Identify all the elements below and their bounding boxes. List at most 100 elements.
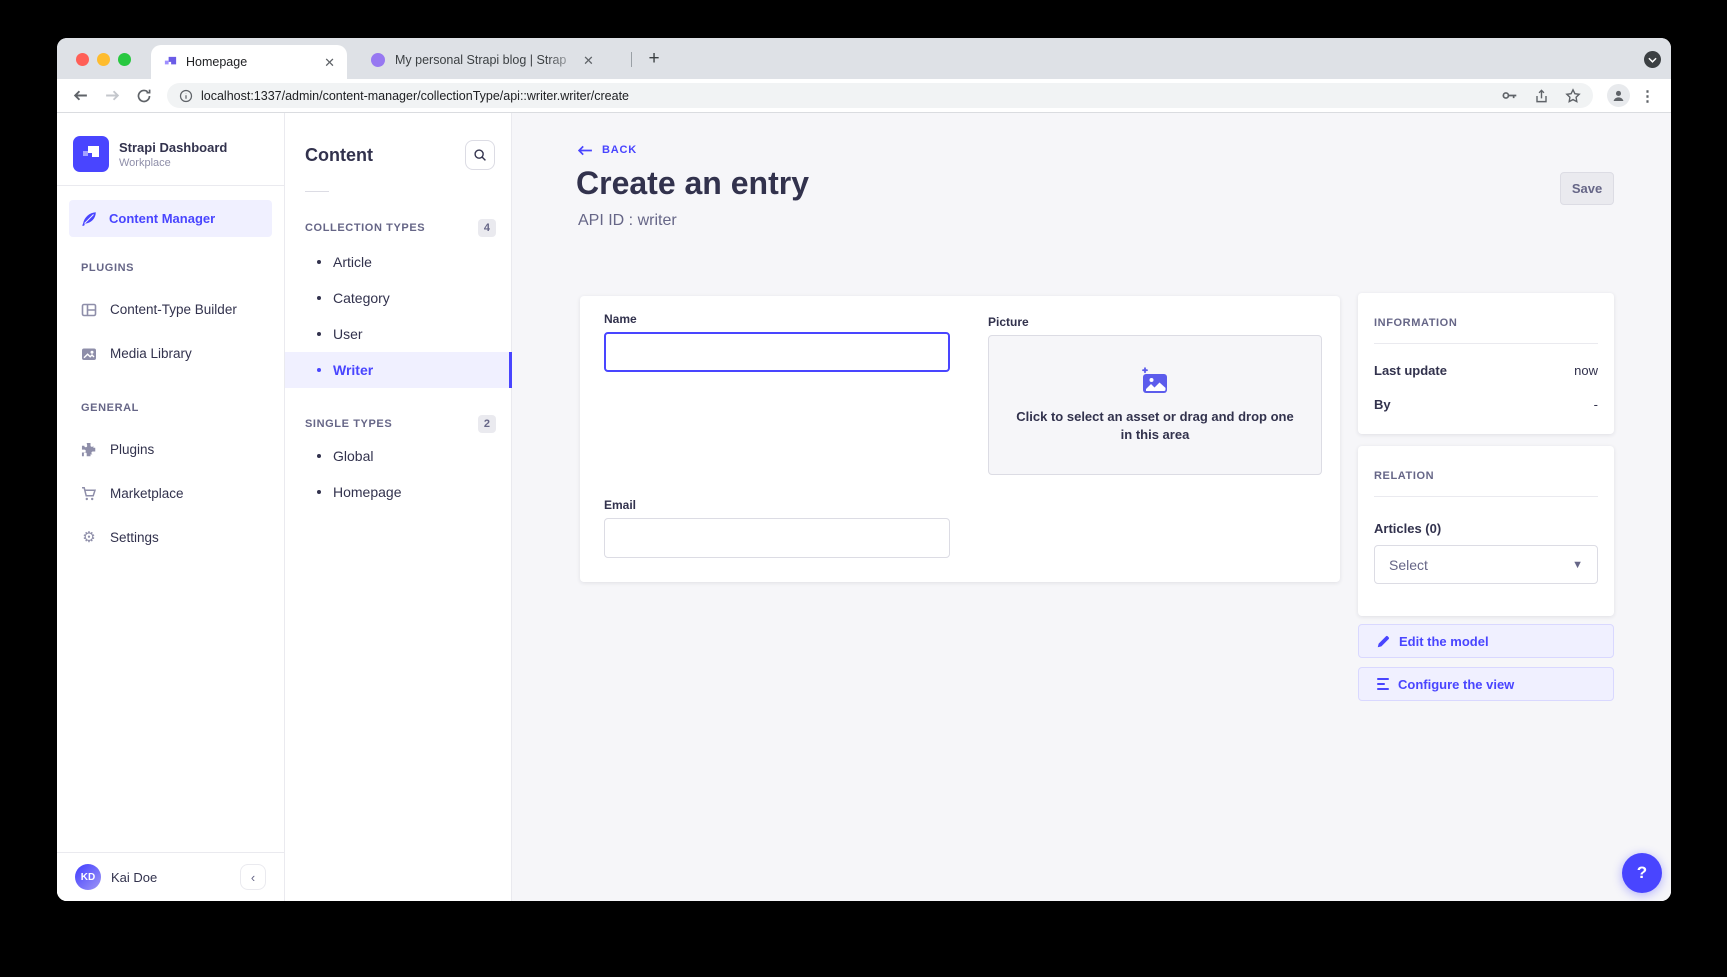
tab-title: My personal Strapi blog | Strap (395, 53, 581, 67)
workspace-title: Strapi Dashboard (119, 140, 227, 155)
articles-select[interactable]: Select ▼ (1374, 545, 1598, 584)
strapi-app: Strapi Dashboard Workplace Content Manag… (57, 113, 1671, 901)
last-update-row: Last update now (1374, 363, 1598, 378)
reload-button[interactable] (131, 83, 157, 109)
picture-dropzone[interactable]: Click to select an asset or drag and dro… (988, 335, 1322, 475)
browser-window: Homepage ✕ My personal Strapi blog | Str… (57, 38, 1671, 901)
sidebar-divider (57, 185, 284, 186)
articles-field-label: Articles (0) (1374, 521, 1598, 536)
collection-types-header: COLLECTION TYPES (305, 222, 425, 234)
name-input[interactable] (604, 332, 950, 372)
tab-search-button[interactable] (1644, 51, 1661, 68)
back-arrow-icon (72, 87, 89, 104)
picture-icon (81, 346, 97, 362)
blog-favicon (371, 53, 385, 67)
reload-icon (136, 88, 152, 104)
key-icon (1501, 87, 1518, 104)
help-button[interactable]: ? (1622, 853, 1662, 893)
bullet-icon (317, 260, 321, 264)
sidebar-section-plugins: PLUGINS (57, 262, 284, 274)
sidebar-section-general: GENERAL (57, 402, 284, 414)
info-icon (179, 89, 193, 103)
sidebar-item-content-type-builder[interactable]: Content-Type Builder (57, 301, 284, 318)
tab-title: Homepage (186, 55, 322, 69)
relation-panel: RELATION Articles (0) Select ▼ (1358, 446, 1614, 616)
chevron-down-icon: ▼ (1572, 559, 1583, 571)
bullet-icon (317, 368, 321, 372)
sidebar-item-label: Marketplace (110, 486, 184, 501)
back-arrow-icon (578, 145, 593, 156)
subnav-item-writer[interactable]: Writer (285, 352, 511, 388)
information-header: INFORMATION (1374, 317, 1598, 329)
entry-form-card: Name Picture Click to select an asset or… (580, 296, 1340, 582)
window-controls (76, 53, 131, 66)
strapi-logo (73, 136, 109, 172)
chevron-down-icon (1648, 57, 1657, 63)
back-label: BACK (602, 144, 637, 156)
password-key-button[interactable] (1501, 87, 1518, 104)
sidebar-item-content-manager[interactable]: Content Manager (69, 200, 272, 237)
search-button[interactable] (465, 140, 495, 170)
close-tab-icon[interactable]: ✕ (322, 54, 337, 71)
bookmark-button[interactable] (1565, 88, 1581, 104)
configure-view-label: Configure the view (1398, 677, 1514, 692)
tab-homepage[interactable]: Homepage ✕ (151, 45, 347, 79)
subnav-item-global[interactable]: Global (285, 438, 511, 474)
collapse-sidebar-button[interactable]: ‹ (240, 864, 266, 890)
email-label: Email (604, 498, 636, 512)
right-panel: INFORMATION Last update now By - RELATIO… (1358, 293, 1614, 701)
configure-view-button[interactable]: Configure the view (1358, 667, 1614, 701)
subnav-item-article[interactable]: Article (285, 244, 511, 280)
subnav-item-label: User (333, 326, 363, 342)
minimize-window-button[interactable] (97, 53, 110, 66)
browser-menu-button[interactable]: ⋮ (1634, 87, 1661, 105)
content-subnav: Content COLLECTION TYPES 4 Article Categ… (285, 113, 512, 901)
sidebar-item-label: Content-Type Builder (110, 302, 237, 317)
sidebar-item-label: Media Library (110, 346, 192, 361)
single-types-header: SINGLE TYPES (305, 418, 392, 430)
user-avatar: KD (75, 864, 101, 890)
name-label: Name (604, 312, 637, 326)
select-placeholder: Select (1389, 557, 1428, 573)
maximize-window-button[interactable] (118, 53, 131, 66)
subnav-item-category[interactable]: Category (285, 280, 511, 316)
forward-arrow-icon (104, 87, 121, 104)
profile-button[interactable] (1607, 84, 1630, 107)
email-input[interactable] (604, 518, 950, 558)
page-title: Create an entry (576, 165, 809, 202)
share-button[interactable] (1534, 88, 1549, 104)
close-window-button[interactable] (76, 53, 89, 66)
tab-strapi-blog[interactable]: My personal Strapi blog | Strap ✕ (359, 49, 627, 71)
sidebar-item-label: Settings (110, 530, 159, 545)
bullet-icon (317, 296, 321, 300)
subnav-item-homepage[interactable]: Homepage (285, 474, 511, 510)
back-link[interactable]: BACK (578, 144, 637, 156)
sidebar-item-label: Plugins (110, 442, 154, 457)
collection-types-count: 4 (478, 219, 496, 237)
save-button[interactable]: Save (1560, 172, 1614, 205)
subnav-item-user[interactable]: User (285, 316, 511, 352)
tab-separator (631, 52, 632, 67)
configure-icon (1377, 678, 1389, 690)
back-button[interactable] (67, 83, 93, 109)
sidebar-item-media-library[interactable]: Media Library (57, 345, 284, 362)
edit-model-button[interactable]: Edit the model (1358, 624, 1614, 658)
sidebar-item-plugins[interactable]: Plugins (57, 441, 284, 458)
sidebar-item-settings[interactable]: ⚙ Settings (57, 529, 284, 546)
workspace-brand: Strapi Dashboard Workplace (57, 113, 284, 172)
subnav-title: Content (305, 145, 373, 166)
sidebar-item-marketplace[interactable]: Marketplace (57, 485, 284, 502)
new-tab-button[interactable]: + (641, 46, 667, 72)
sidebar-item-label: Content Manager (109, 211, 215, 226)
subnav-item-label: Category (333, 290, 390, 306)
bullet-icon (317, 332, 321, 336)
main-content: BACK Create an entry API ID : writer Sav… (512, 113, 1671, 901)
forward-button[interactable] (99, 83, 125, 109)
browser-toolbar: localhost:1337/admin/content-manager/col… (57, 79, 1671, 113)
pencil-icon (1377, 635, 1390, 648)
puzzle-icon (81, 442, 97, 458)
tab-bar: Homepage ✕ My personal Strapi blog | Str… (57, 38, 1671, 79)
close-tab-icon[interactable]: ✕ (581, 52, 596, 69)
bullet-icon (317, 454, 321, 458)
url-bar[interactable]: localhost:1337/admin/content-manager/col… (167, 83, 1593, 108)
